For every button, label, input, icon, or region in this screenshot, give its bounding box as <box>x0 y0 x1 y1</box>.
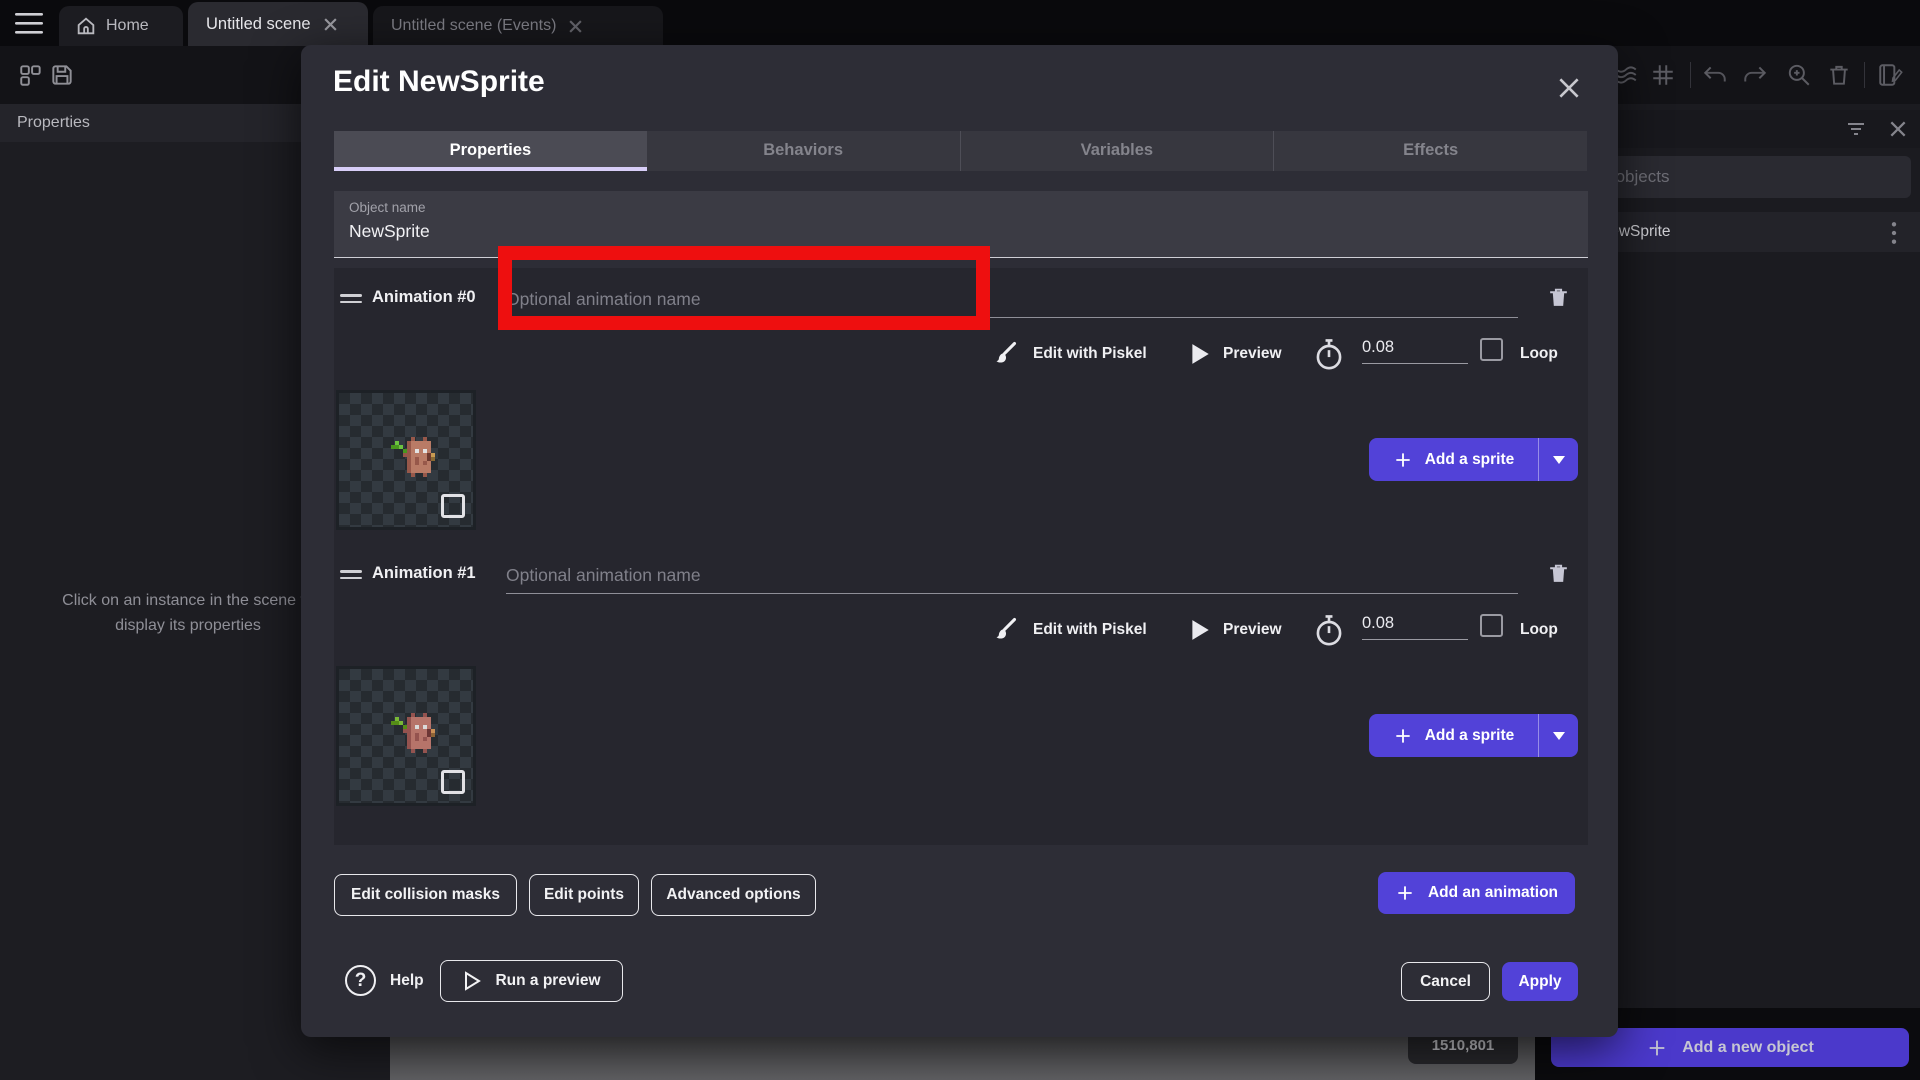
add-sprite-button[interactable]: Add a sprite <box>1369 714 1578 757</box>
filter-icon[interactable] <box>1845 119 1867 139</box>
play-icon <box>1189 342 1211 366</box>
sprite-frame-thumbnail[interactable] <box>336 666 476 806</box>
close-icon[interactable] <box>1888 119 1908 139</box>
sprite-frame-thumbnail[interactable] <box>336 390 476 530</box>
play-icon <box>1189 618 1211 642</box>
help-button[interactable]: Help <box>390 972 424 990</box>
edit-with-piskel-button[interactable]: Edit with Piskel <box>1033 345 1147 363</box>
more-vert-icon[interactable] <box>1890 221 1898 245</box>
panels-icon[interactable] <box>18 62 44 88</box>
tab-properties[interactable]: Properties <box>334 131 647 171</box>
red-highlight-annotation <box>498 246 990 330</box>
edit-points-button[interactable]: Edit points <box>529 874 639 916</box>
chevron-down-icon <box>1551 454 1567 466</box>
tab-untitled-scene[interactable]: Untitled scene <box>188 2 368 46</box>
tab-untitled-scene-events[interactable]: Untitled scene (Events) <box>373 6 663 46</box>
dialog-tab-bar: Properties Behaviors Variables Effects <box>334 131 1587 171</box>
plus-icon <box>1393 726 1413 746</box>
plus-icon <box>1646 1037 1668 1059</box>
add-an-animation-button[interactable]: Add an animation <box>1378 872 1575 914</box>
sprite-thumbnail-image <box>391 437 443 485</box>
chevron-down-icon <box>1551 730 1567 742</box>
drag-handle-icon[interactable] <box>340 570 362 580</box>
tab-effects[interactable]: Effects <box>1273 131 1587 171</box>
animation-tools-row: Edit with Piskel Preview Loop <box>334 332 1588 376</box>
close-icon[interactable] <box>323 17 338 32</box>
home-icon <box>75 15 97 37</box>
drag-handle-icon[interactable] <box>340 294 362 304</box>
add-sprite-button[interactable]: Add a sprite <box>1369 438 1578 481</box>
plus-icon <box>1393 450 1413 470</box>
add-sprite-label: Add a sprite <box>1425 727 1515 745</box>
tab-label: Untitled scene (Events) <box>391 17 556 35</box>
time-between-frames-input[interactable] <box>1362 338 1468 364</box>
home-tab[interactable]: Home <box>59 6 183 46</box>
animation-label: Animation #0 <box>372 288 476 307</box>
edit-sprite-dialog: Edit NewSprite Properties Behaviors Vari… <box>301 45 1618 1037</box>
toolbar-separator <box>1690 62 1691 88</box>
plus-icon <box>1395 883 1415 903</box>
animation-block-1: Animation #1 Edit with Piskel Preview Lo… <box>334 556 1588 833</box>
frame-select-checkbox[interactable] <box>441 770 465 794</box>
run-a-preview-label: Run a preview <box>495 972 600 990</box>
top-bar: Home Untitled scene Untitled scene (Even… <box>0 0 1920 46</box>
zoom-in-icon[interactable] <box>1786 62 1812 88</box>
help-icon[interactable]: ? <box>345 965 376 996</box>
frame-select-checkbox[interactable] <box>441 494 465 518</box>
add-sprite-label: Add a sprite <box>1425 451 1515 469</box>
grid-icon[interactable] <box>1650 62 1676 88</box>
preview-button[interactable]: Preview <box>1223 345 1282 363</box>
loop-label: Loop <box>1520 345 1558 363</box>
redo-icon[interactable] <box>1740 62 1770 88</box>
apply-button[interactable]: Apply <box>1502 962 1578 1001</box>
scene-edit-icon[interactable] <box>1876 62 1904 88</box>
tab-label: Untitled scene <box>206 15 311 34</box>
edit-collision-masks-button[interactable]: Edit collision masks <box>334 874 517 916</box>
tab-behaviors[interactable]: Behaviors <box>647 131 960 171</box>
close-icon[interactable] <box>568 19 583 34</box>
delete-animation-icon[interactable] <box>1546 560 1571 587</box>
delete-animation-icon[interactable] <box>1546 284 1571 311</box>
home-tab-label: Home <box>106 17 149 35</box>
animation-tools-row: Edit with Piskel Preview Loop <box>334 608 1588 652</box>
brush-icon <box>990 340 1018 368</box>
loop-checkbox[interactable] <box>1480 614 1503 637</box>
dialog-title: Edit NewSprite <box>333 65 545 99</box>
stopwatch-icon <box>1312 337 1346 373</box>
edit-with-piskel-button[interactable]: Edit with Piskel <box>1033 621 1147 639</box>
add-an-animation-label: Add an animation <box>1428 884 1558 902</box>
animation-label: Animation #1 <box>372 564 476 583</box>
save-icon[interactable] <box>49 62 75 88</box>
add-sprite-main[interactable]: Add a sprite <box>1369 438 1538 481</box>
toolbar-separator <box>1864 62 1865 88</box>
sprite-thumbnail-image <box>391 713 443 761</box>
tab-variables[interactable]: Variables <box>960 131 1274 171</box>
time-between-frames-input[interactable] <box>1362 614 1468 640</box>
hamburger-menu-icon[interactable] <box>15 13 45 35</box>
add-sprite-dropdown[interactable] <box>1538 438 1578 481</box>
add-new-object-label: Add a new object <box>1682 1039 1814 1057</box>
brush-icon <box>990 616 1018 644</box>
add-sprite-main[interactable]: Add a sprite <box>1369 714 1538 757</box>
animations-list: Animation #0 Edit with Piskel Preview Lo… <box>334 268 1588 845</box>
animation-name-input[interactable] <box>506 558 1518 594</box>
preview-button[interactable]: Preview <box>1223 621 1282 639</box>
object-name-input[interactable] <box>349 221 949 242</box>
loop-checkbox[interactable] <box>1480 338 1503 361</box>
add-sprite-dropdown[interactable] <box>1538 714 1578 757</box>
cancel-button[interactable]: Cancel <box>1401 962 1490 1001</box>
trash-icon[interactable] <box>1826 62 1852 88</box>
run-a-preview-button[interactable]: Run a preview <box>440 960 623 1002</box>
close-icon[interactable] <box>1556 75 1582 101</box>
stopwatch-icon <box>1312 613 1346 649</box>
loop-label: Loop <box>1520 621 1558 639</box>
object-name-field-label: Object name <box>349 200 426 215</box>
play-outline-icon <box>462 970 482 992</box>
advanced-options-button[interactable]: Advanced options <box>651 874 816 916</box>
undo-icon[interactable] <box>1700 62 1730 88</box>
